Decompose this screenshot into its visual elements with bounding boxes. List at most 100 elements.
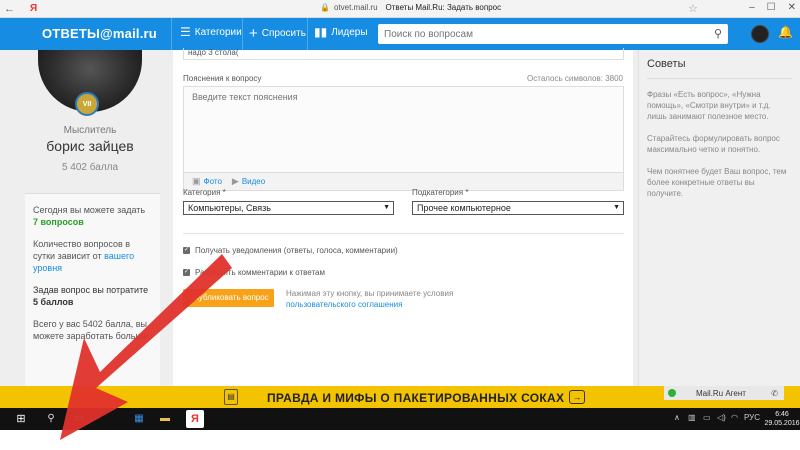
minimize-icon[interactable]: – [749, 2, 755, 13]
browser-bar: ← Я 🔒 otvet.mail.ru Ответы Mail.Ru: Зада… [0, 0, 800, 18]
user-rank: Мыслитель [63, 125, 117, 136]
question-limits-card: Сегодня вы можете задать 7 вопросов Коли… [25, 193, 160, 386]
file-explorer-icon[interactable]: ▬ [158, 412, 172, 426]
nav-leaders[interactable]: ▮▮ Лидеры [314, 25, 368, 39]
bell-icon[interactable]: 🔔 [778, 25, 793, 39]
notify-checkbox[interactable]: ✓ [183, 247, 190, 254]
cost-value: 5 баллов [33, 297, 74, 307]
juice-pack-icon: ▤ [224, 389, 238, 405]
terms-link[interactable]: пользовательского соглашения [286, 300, 402, 309]
comments-option[interactable]: ✓ Разрешить комментарии к ответам [183, 268, 325, 277]
store-icon[interactable]: ▦ [132, 412, 146, 426]
nav-divider [307, 18, 308, 50]
back-icon[interactable]: ← [4, 3, 15, 15]
today-label: Сегодня вы можете задать [33, 205, 146, 215]
yandex-browser-icon[interactable]: Я [186, 410, 204, 428]
notify-label: Получать уведомления (ответы, голоса, ко… [195, 246, 398, 255]
nav-categories[interactable]: ☰ Категории [180, 25, 242, 39]
window-controls: – ☐ ✕ [749, 2, 796, 13]
search-input[interactable] [384, 28, 704, 40]
user-name[interactable]: борис зайцев [20, 138, 160, 154]
subcategory-select[interactable]: Прочее компьютерное ▼ [412, 201, 624, 215]
language-indicator[interactable]: РУС [744, 413, 760, 422]
chevron-down-icon: ▼ [613, 204, 620, 211]
network-icon[interactable]: ▥ [688, 413, 696, 422]
page-title: Ответы Mail.Ru: Задать вопрос [385, 3, 502, 12]
windows-taskbar: ⊞ ⚲ ▭ ▦ ▬ Я ∧ ▥ ▭ ◁) ◠ РУС 6:46 29.05.20… [0, 408, 800, 430]
lock-icon: 🔒 [320, 3, 330, 12]
tip-3: Чем понятнее будет Ваш вопрос, тем более… [647, 167, 787, 198]
maximize-icon[interactable]: ☐ [767, 2, 776, 13]
volume-icon[interactable]: ◁) [717, 413, 726, 422]
category-value: Компьютеры, Связь [188, 203, 271, 213]
url-text[interactable]: otvet.mail.ru [334, 3, 378, 12]
wifi-icon[interactable]: ◠ [731, 413, 738, 422]
nav-ask[interactable]: + Спросить [249, 25, 306, 42]
plus-icon: + [249, 25, 258, 42]
site-header: ОТВЕТЫ@mail.ru ☰ Категории + Спросить ▮▮… [0, 18, 800, 50]
profile-sidebar: VII Мыслитель борис зайцев 5 402 балла С… [20, 50, 160, 386]
level-badge: VII [75, 92, 99, 116]
bar-chart-icon: ▮▮ [314, 25, 328, 39]
add-video-button[interactable]: ▶ Видео [232, 176, 265, 187]
today-limit: Сегодня вы можете задать 7 вопросов [33, 204, 152, 228]
clock-date: 29.05.2016 [764, 420, 800, 427]
task-view-icon[interactable]: ▭ [72, 412, 86, 426]
logo-prefix: ОТВЕТЫ [42, 26, 100, 41]
terms-note: Нажимая эту кнопку, вы принимаете услови… [286, 288, 453, 310]
site-logo[interactable]: ОТВЕТЫ@mail.ru [42, 26, 157, 41]
agent-label: Mail.Ru Агент [696, 388, 746, 398]
tip-1: Фразы «Есть вопрос», «Нужна помощь», «См… [647, 90, 771, 121]
nav-categories-label: Категории [194, 26, 242, 38]
photo-label: Фото [203, 177, 222, 186]
media-toolbar: ▣ Фото ▶ Видео [183, 173, 624, 191]
list-icon: ☰ [180, 25, 191, 39]
search-icon[interactable]: ⚲ [44, 412, 58, 426]
cost-note: Задав вопрос вы потратите 5 баллов [33, 284, 152, 308]
comments-label: Разрешить комментарии к ответам [195, 268, 326, 277]
chars-remaining: Осталось символов: 3800 [527, 74, 623, 83]
agent-status-icon [668, 389, 676, 397]
publish-button[interactable]: Опубликовать вопрос [183, 289, 274, 307]
tips-title: Советы [647, 58, 792, 79]
subcategory-label: Подкатегория * [412, 188, 469, 197]
tips-panel: Советы Фразы «Есть вопрос», «Нужна помощ… [638, 50, 800, 386]
close-icon[interactable]: ✕ [788, 2, 796, 13]
system-clock[interactable]: 6:46 29.05.2016 [764, 410, 800, 428]
yandex-browser-logo[interactable]: Я [30, 3, 37, 14]
nav-ask-label: Спросить [261, 28, 306, 39]
arrow-right-icon[interactable]: → [569, 390, 585, 404]
nav-divider [171, 18, 172, 50]
nav-divider [242, 18, 243, 50]
explanation-textarea[interactable] [192, 92, 615, 140]
windows-start-icon[interactable]: ⊞ [14, 412, 28, 426]
add-photo-button[interactable]: ▣ Фото [192, 176, 222, 187]
video-label: Видео [241, 177, 266, 186]
today-value: 7 вопросов [33, 217, 84, 227]
tip-2: Старайтесь формулировать вопрос максимал… [647, 134, 780, 154]
search-icon[interactable]: ⚲ [714, 27, 722, 40]
banner-text: ПРАВДА И МИФЫ О ПАКЕТИРОВАННЫХ СОКАХ [267, 391, 565, 405]
category-select[interactable]: Компьютеры, Связь ▼ [183, 201, 394, 215]
phone-icon[interactable]: ✆ [771, 389, 778, 398]
battery-icon[interactable]: ▭ [703, 413, 711, 422]
comments-checkbox[interactable]: ✓ [183, 269, 190, 276]
explain-label: Пояснения к вопросу [183, 74, 262, 83]
chevron-down-icon: ▼ [383, 204, 390, 211]
cost-label: Задав вопрос вы потратите [33, 285, 149, 295]
tray-chevron-icon[interactable]: ∧ [674, 413, 680, 422]
header-avatar[interactable] [751, 25, 769, 43]
bookmark-star-icon[interactable]: ☆ [688, 2, 698, 15]
photo-icon: ▣ [192, 176, 201, 186]
question-textarea[interactable]: надо 3 стола( [183, 48, 624, 60]
category-label: Категория * [183, 188, 226, 197]
terms-text: Нажимая эту кнопку, вы принимаете услови… [286, 289, 454, 298]
logo-domain: mail.ru [112, 26, 157, 41]
video-icon: ▶ [231, 176, 239, 186]
mail-agent-bar[interactable]: Mail.Ru Агент ✆ [664, 386, 784, 400]
nav-leaders-label: Лидеры [331, 26, 368, 38]
ask-question-form: надо 3 стола( Пояснения к вопросу Остало… [173, 48, 633, 386]
address-bar[interactable]: 🔒 otvet.mail.ru Ответы Mail.Ru: Задать в… [320, 3, 501, 12]
user-points: 5 402 балла [61, 162, 119, 173]
notify-option[interactable]: ✓ Получать уведомления (ответы, голоса, … [183, 246, 398, 255]
